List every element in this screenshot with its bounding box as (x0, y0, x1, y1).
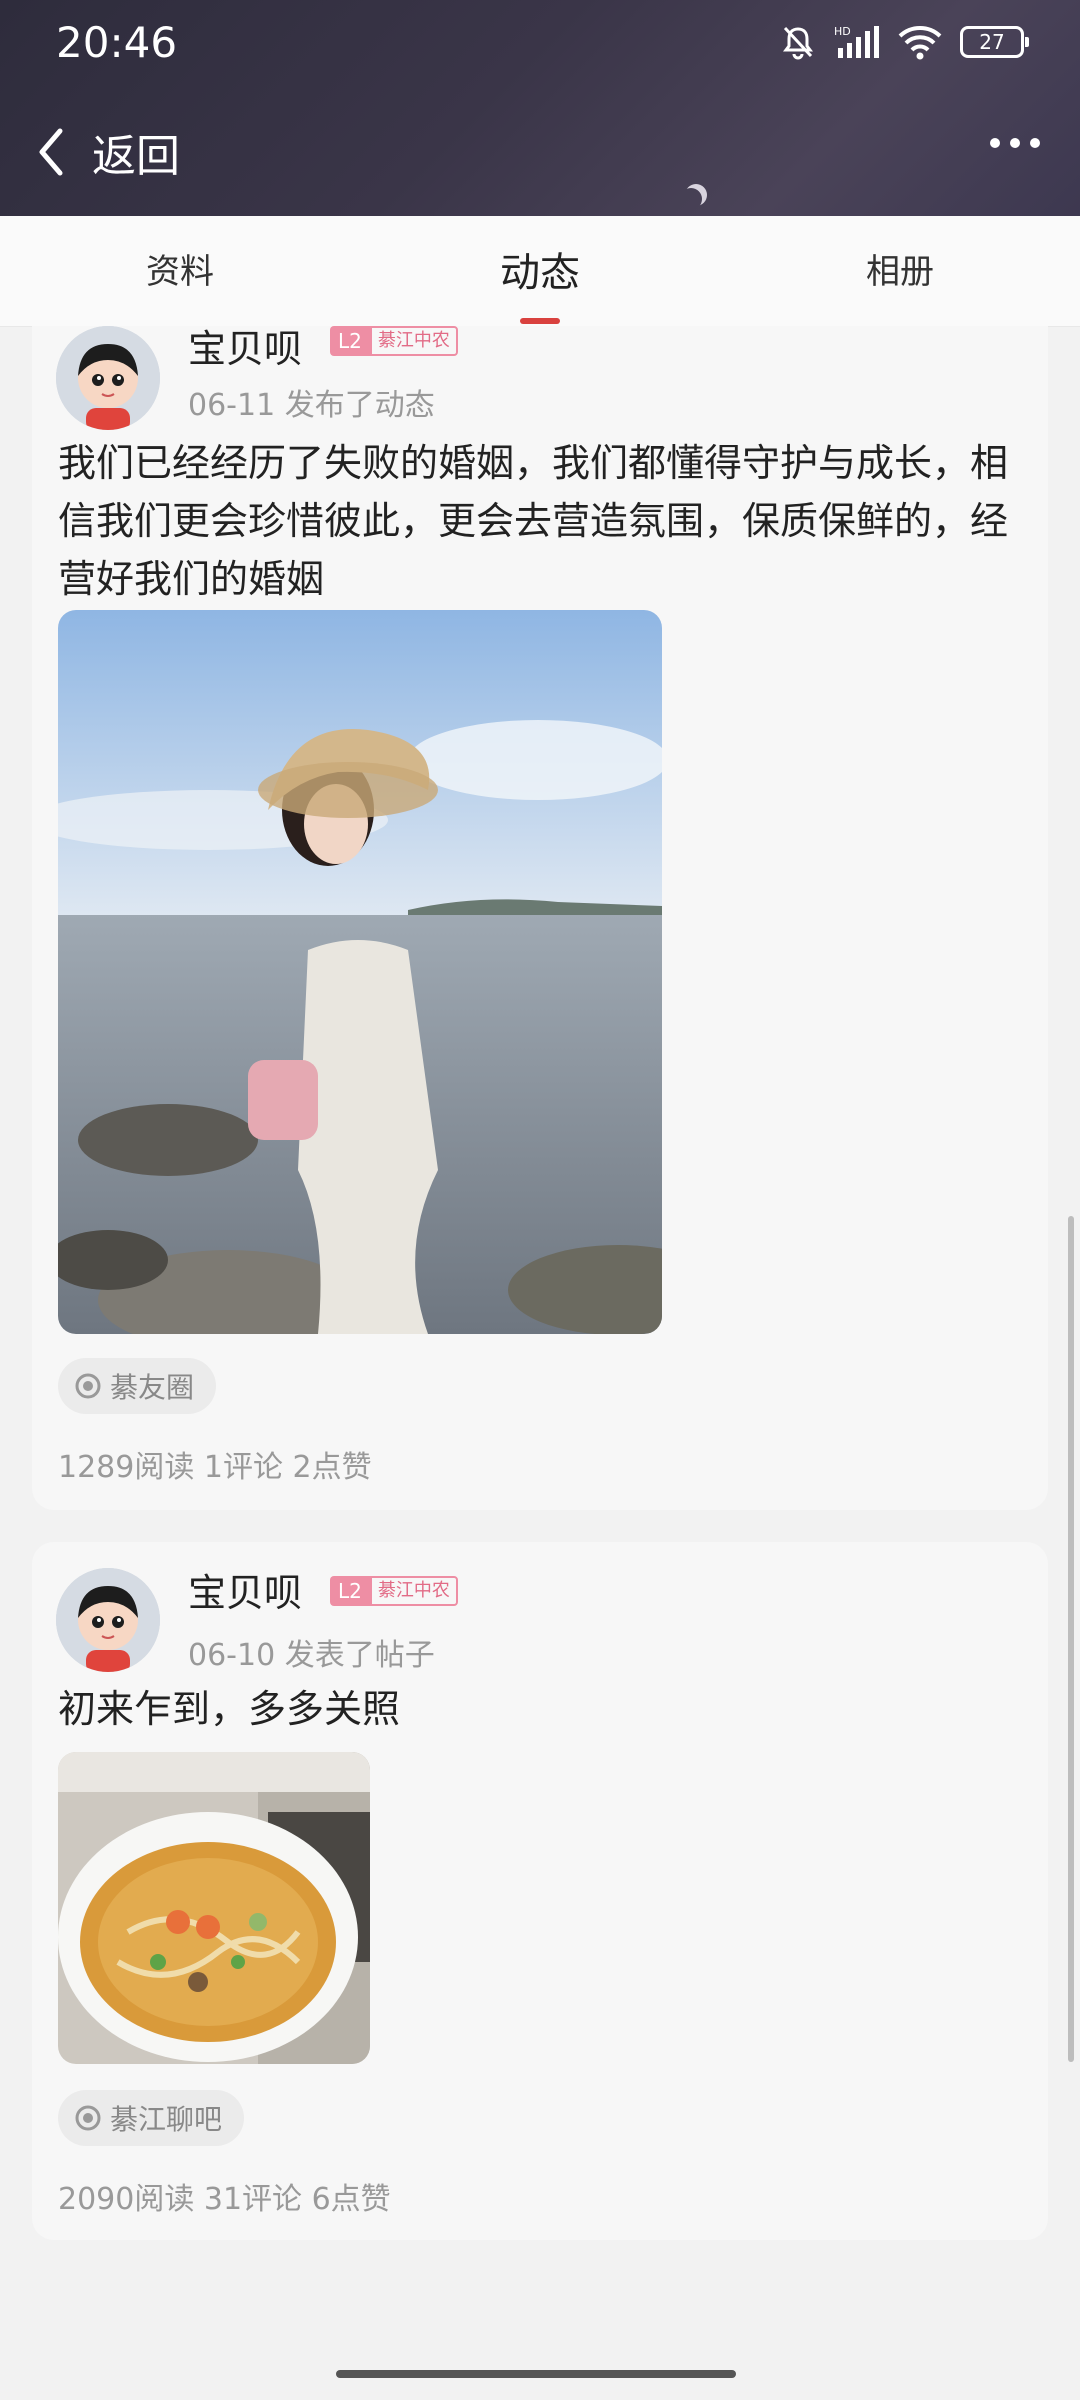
level-label: L2 (330, 1576, 370, 1606)
tab-activity[interactable]: 动态 (500, 240, 580, 298)
username[interactable]: 宝贝呗 (188, 318, 302, 373)
status-time: 20:46 (56, 18, 178, 67)
more-dot-icon (1010, 138, 1020, 148)
post-card[interactable]: 宝贝呗 L2 綦江中农 06-11 发布了动态 我们已经经历了失败的婚姻，我们都… (32, 326, 1048, 1510)
post-meta: 06-11 发布了动态 (188, 388, 435, 423)
avatar-illustration (56, 1568, 160, 1672)
post-image[interactable] (58, 610, 662, 1334)
battery-indicator: 27 (960, 26, 1029, 58)
moon-decoration (680, 188, 702, 210)
more-dot-icon (990, 138, 1000, 148)
post-meta: 06-10 发表了帖子 (188, 1638, 435, 1673)
mute-bell-icon (783, 26, 813, 60)
target-icon (75, 2105, 101, 2131)
post-card[interactable]: 宝贝呗 L2 綦江中农 06-10 发表了帖子 初来乍到，多多关照 綦江聊吧 2… (32, 1542, 1048, 2240)
level-label: L2 (330, 326, 370, 356)
avatar[interactable] (56, 326, 160, 430)
topic-tag[interactable]: 綦友圈 (58, 1358, 217, 1414)
top-header: 20:46 HD 27 返回 (0, 0, 1080, 216)
topic-tag-label: 綦友圈 (110, 1371, 195, 1404)
region-badge: 綦江中农 (369, 326, 458, 356)
post-stats: 2090阅读 31评论 6点赞 (58, 2182, 391, 2217)
scrollbar[interactable] (1068, 1216, 1074, 2062)
topic-tag[interactable]: 綦江聊吧 (58, 2090, 245, 2146)
status-icons: HD 27 (780, 24, 1029, 60)
active-tab-indicator (520, 318, 560, 324)
topic-tag-label: 綦江聊吧 (110, 2103, 223, 2136)
avatar[interactable] (56, 1568, 160, 1672)
back-button[interactable]: 返回 (36, 120, 180, 184)
profile-tabs: 资料 动态 相册 (0, 216, 1080, 327)
level-badge: L2 綦江中农 (330, 1576, 458, 1606)
post-image[interactable] (58, 1752, 370, 2064)
beach-photo (58, 610, 662, 1334)
post-stats: 1289阅读 1评论 2点赞 (58, 1450, 372, 1485)
avatar-illustration (56, 326, 160, 430)
tab-album[interactable]: 相册 (866, 244, 934, 293)
username[interactable]: 宝贝呗 (188, 1562, 302, 1617)
more-dot-icon (1030, 138, 1040, 148)
noodle-photo (58, 1752, 370, 2064)
post-text: 初来乍到，多多关照 (58, 1687, 401, 1731)
tab-profile[interactable]: 资料 (146, 244, 214, 293)
back-label: 返回 (92, 131, 180, 182)
chevron-left-icon (39, 128, 63, 176)
wifi-icon (898, 26, 942, 60)
post-text: 我们已经经历了失败的婚姻，我们都懂得守护与成长，相信我们更会珍惜彼此，更会去营造… (58, 441, 1009, 601)
target-icon (75, 1373, 101, 1399)
more-options-button[interactable] (990, 138, 1040, 148)
svg-text:HD: HD (834, 25, 851, 38)
level-badge: L2 綦江中农 (330, 326, 458, 356)
home-indicator[interactable] (336, 2370, 736, 2378)
region-badge: 綦江中农 (369, 1576, 458, 1606)
signal-icon: HD (834, 25, 879, 58)
